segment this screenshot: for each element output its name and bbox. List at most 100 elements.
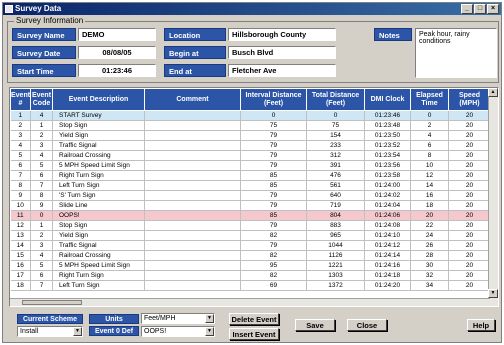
cell-dmi-clock[interactable]: 01:24:00 <box>364 180 411 191</box>
cell-dmi-clock[interactable]: 01:23:52 <box>364 140 411 151</box>
cell-elapsed-time[interactable]: 26 <box>410 240 449 251</box>
cell-event-description[interactable]: OOPS! <box>52 210 145 221</box>
cell-event-code[interactable]: 3 <box>30 240 53 251</box>
table-row[interactable]: 4 3 Traffic Signal 79 233 01:23:52 6 20 <box>10 140 491 151</box>
events-grid[interactable]: Event # Event Code Event Description Com… <box>9 87 499 307</box>
table-row[interactable]: 10 9 Slide Line 79 719 01:24:04 18 20 <box>10 200 491 211</box>
cell-dmi-clock[interactable]: 01:24:06 <box>364 210 411 221</box>
cell-event-number[interactable]: 3 <box>10 130 31 141</box>
units-select[interactable]: Feet/MPH ▼ <box>141 313 215 324</box>
cell-comment[interactable] <box>144 110 241 121</box>
cell-dmi-clock[interactable]: 01:23:46 <box>364 110 411 121</box>
chevron-down-icon[interactable]: ▼ <box>205 314 214 323</box>
cell-event-code[interactable]: 0 <box>30 210 53 221</box>
survey-name-field[interactable]: DEMO <box>78 28 156 41</box>
cell-event-number[interactable]: 7 <box>10 170 31 181</box>
cell-event-description[interactable]: START Survey <box>52 110 145 121</box>
cell-elapsed-time[interactable]: 32 <box>410 270 449 281</box>
cell-total-distance[interactable]: 1044 <box>306 240 365 251</box>
cell-elapsed-time[interactable]: 24 <box>410 230 449 241</box>
cell-interval-distance[interactable]: 79 <box>240 140 307 151</box>
cell-speed[interactable]: 20 <box>448 120 491 131</box>
cell-interval-distance[interactable]: 82 <box>240 250 307 261</box>
cell-elapsed-time[interactable]: 14 <box>410 180 449 191</box>
cell-comment[interactable] <box>144 120 241 131</box>
cell-dmi-clock[interactable]: 01:24:12 <box>364 240 411 251</box>
cell-speed[interactable]: 20 <box>448 150 491 161</box>
cell-speed[interactable]: 20 <box>448 130 491 141</box>
cell-event-description[interactable]: Left Turn Sign <box>52 280 145 291</box>
cell-event-number[interactable]: 12 <box>10 220 31 231</box>
cell-interval-distance[interactable]: 0 <box>240 110 307 121</box>
cell-elapsed-time[interactable]: 34 <box>410 280 449 291</box>
close-button[interactable]: Close <box>347 319 387 331</box>
cell-dmi-clock[interactable]: 01:23:48 <box>364 120 411 131</box>
cell-total-distance[interactable]: 965 <box>306 230 365 241</box>
column-header-speed[interactable]: Speed (MPH) <box>448 88 491 111</box>
cell-total-distance[interactable]: 476 <box>306 170 365 181</box>
horizontal-scrollbar[interactable] <box>10 298 490 306</box>
vertical-scrollbar[interactable]: ▲ ▼ <box>488 88 498 306</box>
table-row[interactable]: 12 1 Stop Sign 79 883 01:24:08 22 20 <box>10 220 491 231</box>
cell-total-distance[interactable]: 1303 <box>306 270 365 281</box>
cell-comment[interactable] <box>144 150 241 161</box>
table-row[interactable]: 3 2 Yield Sign 79 154 01:23:50 4 20 <box>10 130 491 141</box>
cell-interval-distance[interactable]: 85 <box>240 180 307 191</box>
cell-event-code[interactable]: 4 <box>30 110 53 121</box>
cell-interval-distance[interactable]: 79 <box>240 160 307 171</box>
cell-event-number[interactable]: 2 <box>10 120 31 131</box>
cell-event-code[interactable]: 8 <box>30 190 53 201</box>
cell-event-number[interactable]: 13 <box>10 230 31 241</box>
cell-speed[interactable]: 20 <box>448 140 491 151</box>
cell-event-code[interactable]: 5 <box>30 160 53 171</box>
cell-elapsed-time[interactable]: 22 <box>410 220 449 231</box>
cell-comment[interactable] <box>144 240 241 251</box>
cell-total-distance[interactable]: 391 <box>306 160 365 171</box>
cell-speed[interactable]: 20 <box>448 230 491 241</box>
cell-dmi-clock[interactable]: 01:23:54 <box>364 150 411 161</box>
cell-comment[interactable] <box>144 280 241 291</box>
cell-event-code[interactable]: 6 <box>30 270 53 281</box>
cell-event-description[interactable]: 5 MPH Speed Limit Sign <box>52 260 145 271</box>
cell-total-distance[interactable]: 1126 <box>306 250 365 261</box>
cell-event-number[interactable]: 1 <box>10 110 31 121</box>
table-row[interactable]: 14 3 Traffic Signal 79 1044 01:24:12 26 20 <box>10 240 491 251</box>
cell-elapsed-time[interactable]: 8 <box>410 150 449 161</box>
cell-speed[interactable]: 20 <box>448 260 491 271</box>
cell-event-code[interactable]: 2 <box>30 230 53 241</box>
cell-event-code[interactable]: 1 <box>30 120 53 131</box>
cell-comment[interactable] <box>144 140 241 151</box>
cell-event-number[interactable]: 17 <box>10 270 31 281</box>
scroll-down-icon[interactable]: ▼ <box>488 289 498 298</box>
cell-event-code[interactable]: 9 <box>30 200 53 211</box>
column-header-interval-distance[interactable]: Interval Distance (Feet) <box>240 88 307 111</box>
cell-interval-distance[interactable]: 79 <box>240 200 307 211</box>
cell-dmi-clock[interactable]: 01:24:18 <box>364 270 411 281</box>
column-header-dmi-clock[interactable]: DMI Clock <box>364 88 411 111</box>
cell-elapsed-time[interactable]: 18 <box>410 200 449 211</box>
cell-speed[interactable]: 20 <box>448 240 491 251</box>
cell-dmi-clock[interactable]: 01:24:04 <box>364 200 411 211</box>
cell-event-number[interactable]: 16 <box>10 260 31 271</box>
current-scheme-select[interactable]: Install ▼ <box>17 326 83 337</box>
cell-event-description[interactable]: 5 MPH Speed Limit Sign <box>52 160 145 171</box>
table-row[interactable]: 2 1 Stop Sign 75 75 01:23:48 2 20 <box>10 120 491 131</box>
cell-event-description[interactable]: Yield Sign <box>52 130 145 141</box>
maximize-button[interactable]: □ <box>474 4 486 14</box>
cell-total-distance[interactable]: 883 <box>306 220 365 231</box>
cell-total-distance[interactable]: 233 <box>306 140 365 151</box>
horizontal-scroll-thumb[interactable] <box>22 300 82 305</box>
cell-speed[interactable]: 20 <box>448 170 491 181</box>
save-button[interactable]: Save <box>295 319 335 331</box>
cell-speed[interactable]: 20 <box>448 270 491 281</box>
cell-event-description[interactable]: Traffic Signal <box>52 140 145 151</box>
cell-event-number[interactable]: 11 <box>10 210 31 221</box>
cell-elapsed-time[interactable]: 6 <box>410 140 449 151</box>
cell-comment[interactable] <box>144 200 241 211</box>
insert-event-button[interactable]: Insert Event <box>229 328 279 340</box>
cell-speed[interactable]: 20 <box>448 190 491 201</box>
cell-total-distance[interactable]: 1372 <box>306 280 365 291</box>
cell-event-code[interactable]: 7 <box>30 180 53 191</box>
cell-comment[interactable] <box>144 260 241 271</box>
cell-interval-distance[interactable]: 85 <box>240 170 307 181</box>
